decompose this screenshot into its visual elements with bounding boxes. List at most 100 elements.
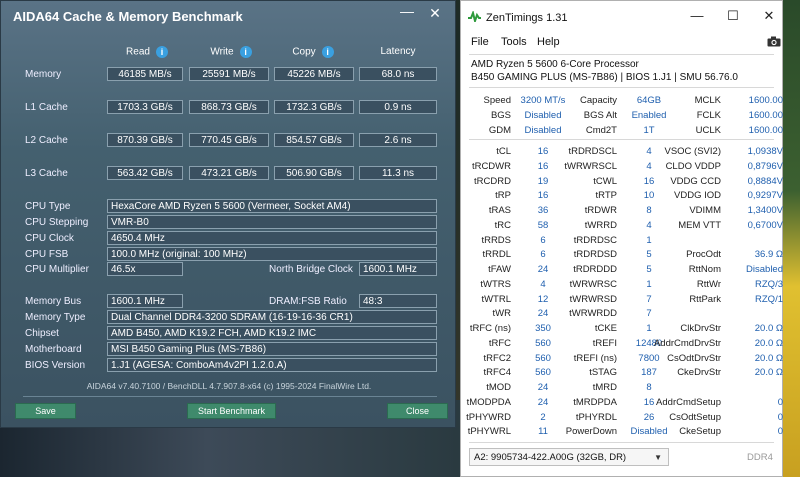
- freq-label: MCLK: [694, 95, 721, 106]
- camera-icon[interactable]: [767, 36, 781, 47]
- freq-value: 1600.00: [748, 95, 783, 106]
- timing-label: tRDRDSC: [573, 234, 617, 246]
- menu-help[interactable]: Help: [537, 36, 560, 48]
- cpu-clock-value: 4650.4 MHz: [107, 231, 437, 245]
- timing-value: 0: [777, 396, 783, 408]
- timing-label: tRRDL: [482, 249, 511, 261]
- memory-latency-value: 68.0 ns: [359, 67, 437, 81]
- timing-label: tMODPDA: [466, 396, 511, 408]
- freq-value: 1600.00: [748, 110, 783, 121]
- timing-label: tRDRDDD: [573, 264, 617, 275]
- column-header-read: Read i: [111, 46, 183, 58]
- north-bridge-label: North Bridge Clock: [269, 264, 353, 275]
- timing-label: VDDG CCD: [670, 175, 721, 187]
- cpu-multiplier-value: 46.5x: [107, 262, 183, 276]
- memory-type-value: Dual Channel DDR4-3200 SDRAM (16-19-16-3…: [107, 310, 437, 324]
- window-title: ZenTimings 1.31: [486, 12, 568, 24]
- timing-label: tRCDWR: [471, 160, 511, 172]
- timing-label: ProcOdt: [686, 249, 721, 261]
- board-info: B450 GAMING PLUS (MS-7B86) | BIOS 1.J1 |…: [471, 72, 738, 83]
- cpu-type-label: CPU Type: [25, 201, 71, 212]
- cpu-fsb-value: 100.0 MHz (original: 100 MHz): [107, 247, 437, 261]
- timing-label: CLDO VDDP: [665, 160, 721, 172]
- freq-label: Speed: [483, 95, 511, 106]
- row-label: Memory: [25, 69, 62, 80]
- timing-label: tWRRD: [584, 219, 617, 231]
- aida64-window: AIDA64 Cache & Memory Benchmark — ✕ Read…: [0, 0, 456, 428]
- timing-value: 1,3400V: [747, 205, 783, 216]
- l2-write-value: 770.45 GB/s: [189, 133, 269, 147]
- desktop-background-right: [783, 0, 800, 477]
- l3-copy-value: 506.90 GB/s: [274, 166, 354, 180]
- timing-label: tRRDS: [481, 234, 511, 246]
- timing-label: tWRWRDD: [569, 308, 617, 320]
- close-button[interactable]: ✕: [759, 8, 779, 24]
- timing-label: tRP: [495, 190, 511, 202]
- l3-write-value: 473.21 GB/s: [189, 166, 269, 180]
- memory-write-value: 25591 MB/s: [189, 67, 269, 81]
- menu-tools[interactable]: Tools: [501, 36, 527, 48]
- chipset-label: Chipset: [25, 328, 59, 339]
- timing-label: tWTRS: [480, 278, 511, 290]
- timing-label: tPHYWRD: [466, 411, 511, 423]
- timing-label: tCKE: [594, 323, 617, 334]
- timing-label: tRDRDSCL: [568, 146, 617, 157]
- minimize-button[interactable]: —: [687, 8, 707, 23]
- timing-value: 20.0 Ω: [754, 352, 783, 364]
- info-icon[interactable]: i: [239, 46, 252, 58]
- timing-value: 1: [646, 234, 652, 246]
- minimize-button[interactable]: —: [399, 4, 415, 21]
- timing-value: 7: [646, 308, 652, 320]
- memory-copy-value: 45226 MB/s: [274, 67, 354, 81]
- timing-value: 20.0 Ω: [754, 323, 783, 334]
- timing-value: 0,8884V: [747, 175, 783, 187]
- save-button[interactable]: Save: [15, 403, 76, 419]
- close-icon[interactable]: ✕: [427, 5, 443, 21]
- timing-value: 0,6700V: [747, 219, 783, 231]
- freq-label: BGS: [490, 110, 511, 121]
- menu-file[interactable]: File: [471, 36, 489, 48]
- timing-value: 0: [777, 411, 783, 423]
- cpu-clock-label: CPU Clock: [25, 233, 74, 244]
- timing-label: ClkDrvStr: [680, 323, 721, 334]
- dram-fsb-label: DRAM:FSB Ratio: [269, 296, 347, 307]
- freq-label: Capacity: [580, 95, 617, 106]
- l1-copy-value: 1732.3 GB/s: [274, 100, 354, 114]
- zentimings-logo-icon: [468, 11, 481, 22]
- timing-label: tRFC4: [483, 367, 511, 379]
- ddr-type-label: DDR4: [747, 452, 773, 463]
- freq-label: FCLK: [696, 110, 721, 121]
- cpu-name: AMD Ryzen 5 5600 6-Core Processor: [471, 59, 639, 70]
- timing-label: tWRWRSD: [569, 293, 617, 305]
- timing-label: tWRWRSC: [569, 278, 617, 290]
- l1-read-value: 1703.3 GB/s: [107, 100, 183, 114]
- l3-read-value: 563.42 GB/s: [107, 166, 183, 180]
- timing-label: VSOC (SVI2): [664, 146, 722, 157]
- row-label: L2 Cache: [25, 135, 68, 146]
- info-icon[interactable]: i: [155, 46, 168, 58]
- l1-write-value: 868.73 GB/s: [189, 100, 269, 114]
- motherboard-value: MSI B450 Gaming Plus (MS-7B86): [107, 342, 437, 356]
- bios-value: 1.J1 (AGESA: ComboAm4v2PI 1.2.0.A): [107, 358, 437, 372]
- module-select-value: A2: 9905734-422.A00G (32GB, DR): [474, 452, 627, 463]
- timing-value: 1,0938V: [747, 146, 783, 157]
- cpu-fsb-label: CPU FSB: [25, 249, 69, 260]
- timing-label: tRFC (ns): [469, 323, 511, 334]
- start-benchmark-button[interactable]: Start Benchmark: [187, 403, 276, 419]
- module-select[interactable]: A2: 9905734-422.A00G (32GB, DR) ▼: [469, 448, 669, 466]
- timing-label: tWTRL: [481, 293, 511, 305]
- cpu-multiplier-label: CPU Multiplier: [25, 264, 89, 275]
- maximize-button[interactable]: ☐: [723, 8, 743, 24]
- cpu-type-value: HexaCore AMD Ryzen 5 5600 (Vermeer, Sock…: [107, 199, 437, 213]
- divider: [469, 54, 774, 55]
- timing-label: tWR: [492, 308, 511, 320]
- column-header-latency: Latency: [380, 46, 416, 57]
- row-label: L1 Cache: [25, 102, 68, 113]
- freq-label: UCLK: [695, 125, 721, 136]
- timing-label: CsOdtSetup: [669, 411, 721, 423]
- timing-value: Disabled: [746, 264, 783, 275]
- timing-label: tMRDPDA: [573, 396, 617, 408]
- timing-value: 20.0 Ω: [754, 337, 783, 349]
- l2-read-value: 870.39 GB/s: [107, 133, 183, 147]
- info-icon[interactable]: i: [321, 46, 334, 58]
